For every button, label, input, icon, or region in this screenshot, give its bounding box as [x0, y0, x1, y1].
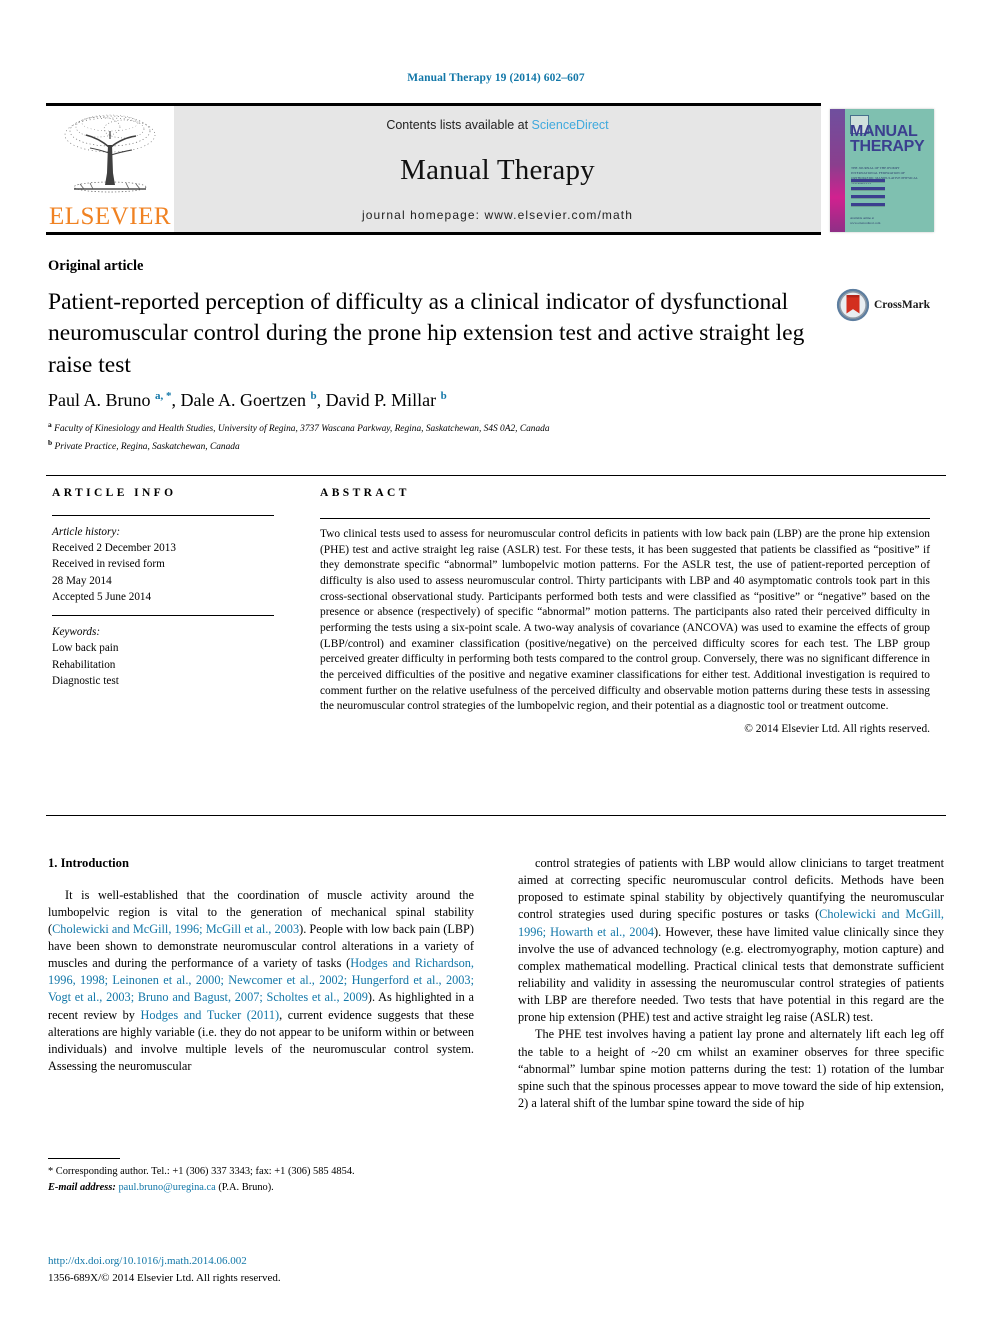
- cover-title-line2: THERAPY: [850, 137, 925, 155]
- cover-title: MANUAL THERAPY: [850, 124, 930, 155]
- masthead-body: ELSEVIER Contents lists available at Sci…: [46, 106, 821, 232]
- email-label: E-mail address:: [48, 1181, 116, 1193]
- abstract-copyright: © 2014 Elsevier Ltd. All rights reserved…: [744, 723, 930, 736]
- body-column-right: control strategies of patients with LBP …: [518, 855, 944, 1112]
- keyword-item: Rehabilitation: [52, 658, 116, 671]
- abstract-column: Two clinical tests used to assess for ne…: [320, 518, 930, 735]
- journal-cover-thumbnail: MANUAL THERAPY THE JOURNAL OF THE IFOMPT…: [822, 104, 947, 237]
- intro-paragraph-left: It is well-established that the coordina…: [48, 887, 475, 1073]
- contents-available-line: Contents lists available at ScienceDirec…: [386, 118, 608, 132]
- masthead-bottom-rule: [46, 232, 821, 235]
- running-head: Manual Therapy 19 (2014) 602–607: [407, 72, 585, 84]
- corresponding-author-line: * Corresponding author. Tel.: +1 (306) 3…: [48, 1166, 355, 1177]
- body-column-left: 1. Introduction It is well-established t…: [48, 855, 474, 1112]
- article-history-block: Article history: Received 2 December 201…: [52, 524, 274, 605]
- article-info-header: ARTICLE INFO: [52, 487, 177, 499]
- section-heading-introduction: 1. Introduction: [48, 856, 129, 870]
- affiliation-a: a Faculty of Kinesiology and Health Stud…: [48, 420, 550, 435]
- contents-prefix: Contents lists available at: [386, 118, 532, 132]
- article-history-label: Article history:: [52, 526, 121, 538]
- abstract-header: ABSTRACT: [320, 487, 410, 499]
- citation-link[interactable]: Hodges and Tucker (2011): [141, 1008, 280, 1022]
- info-top-rule: [46, 475, 946, 476]
- corresponding-author-footnote: * Corresponding author. Tel.: +1 (306) 3…: [48, 1158, 474, 1195]
- email-owner: (P.A. Bruno).: [218, 1181, 274, 1193]
- page-title: Patient-reported perception of difficult…: [48, 289, 805, 378]
- affiliation-b-text: Private Practice, Regina, Saskatchewan, …: [54, 441, 240, 452]
- paper-page: Manual Therapy 19 (2014) 602–607 ELSEVIE…: [0, 0, 992, 1323]
- elsevier-logo: ELSEVIER: [46, 106, 174, 232]
- keyword-item: Low back pain: [52, 642, 119, 655]
- affiliation-b: b Private Practice, Regina, Saskatchewan…: [48, 437, 240, 452]
- abstract-text: Two clinical tests used to assess for ne…: [320, 528, 930, 713]
- journal-title: Manual Therapy: [400, 153, 595, 186]
- cover-footer-text: Available online at www.sciencedirect.co…: [850, 216, 881, 226]
- doi-block: http://dx.doi.org/10.1016/j.math.2014.06…: [48, 1253, 281, 1286]
- citation-link[interactable]: Cholewicki and McGill, 1996; McGill et a…: [52, 922, 299, 936]
- intro-paragraph-right-2: The PHE test involves having a patient l…: [518, 1027, 944, 1110]
- cover-spine: [830, 109, 845, 232]
- journal-masthead: ELSEVIER Contents lists available at Sci…: [46, 103, 946, 235]
- email-link[interactable]: paul.bruno@uregina.ca: [118, 1182, 215, 1193]
- keywords-block: Keywords: Low back pain Rehabilitation D…: [52, 624, 274, 689]
- issn-copyright-line: 1356-689X/© 2014 Elsevier Ltd. All right…: [48, 1271, 281, 1284]
- article-accepted: Accepted 5 June 2014: [52, 590, 152, 603]
- elsevier-wordmark: ELSEVIER: [48, 203, 172, 230]
- author-list: Paul A. Bruno a, *, Dale A. Goertzen b, …: [48, 390, 447, 410]
- abstract-rule: [320, 518, 930, 519]
- journal-homepage-link[interactable]: journal homepage: www.elsevier.com/math: [362, 208, 633, 222]
- crossmark-label: CrossMark: [874, 299, 931, 311]
- crossmark-icon: [836, 288, 870, 322]
- keyword-item: Diagnostic test: [52, 674, 119, 687]
- affiliation-a-text: Faculty of Kinesiology and Health Studie…: [54, 424, 550, 435]
- affiliation-list: a Faculty of Kinesiology and Health Stud…: [48, 419, 550, 454]
- journal-cover-image: MANUAL THERAPY THE JOURNAL OF THE IFOMPT…: [830, 109, 934, 232]
- info-rule-2: [52, 615, 274, 617]
- article-info-column: Article history: Received 2 December 201…: [52, 515, 274, 699]
- doi-link[interactable]: http://dx.doi.org/10.1016/j.math.2014.06…: [48, 1253, 281, 1270]
- masthead-grey-panel: Contents lists available at ScienceDirec…: [174, 106, 821, 232]
- article-revised-label: Received in revised form: [52, 558, 165, 571]
- cover-contents-lines: [851, 179, 925, 211]
- article-received: Received 2 December 2013: [52, 542, 176, 555]
- sciencedirect-link[interactable]: ScienceDirect: [532, 118, 609, 132]
- body-columns: 1. Introduction It is well-established t…: [48, 855, 944, 1112]
- keywords-label: Keywords:: [52, 626, 101, 639]
- article-revised-date: 28 May 2014: [52, 574, 112, 587]
- info-bottom-rule: [46, 815, 946, 816]
- article-type-label: Original article: [48, 258, 144, 274]
- intro-paragraph-right-1: control strategies of patients with LBP …: [518, 856, 944, 1025]
- email-line: E-mail address: paul.bruno@uregina.ca (P…: [48, 1180, 474, 1196]
- info-rule-1: [52, 515, 274, 516]
- crossmark-badge[interactable]: CrossMark: [836, 288, 930, 322]
- footnote-rule: [48, 1158, 120, 1159]
- elsevier-tree-icon: [64, 114, 156, 193]
